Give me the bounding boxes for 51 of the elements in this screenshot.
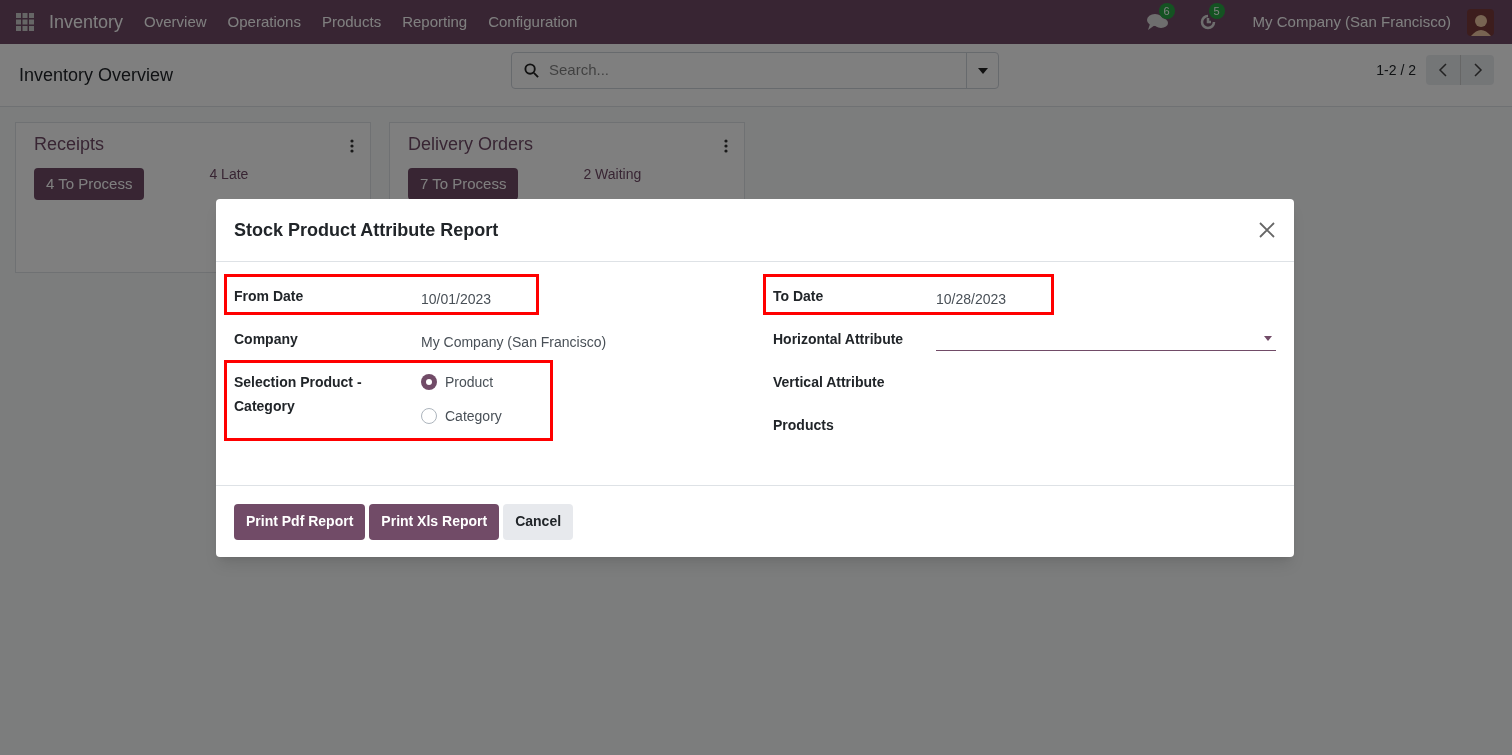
field-label: Selection Product - Category <box>234 373 363 416</box>
radio-option[interactable]: Category <box>421 404 502 428</box>
field-label: Company <box>234 330 299 349</box>
apps-icon[interactable] <box>16 13 34 31</box>
dialog-button[interactable]: Cancel <box>503 503 574 540</box>
next-button[interactable] <box>1460 55 1494 85</box>
search-input[interactable]: Search... <box>549 59 966 82</box>
menu-item[interactable]: Reporting <box>402 10 468 34</box>
company-switcher[interactable]: My Company (San Francisco) <box>1252 10 1451 34</box>
chevron-right-icon <box>1471 62 1484 78</box>
close-button[interactable] <box>1258 221 1276 239</box>
kebab-menu-icon[interactable] <box>724 139 728 153</box>
dialog-button[interactable]: Print Pdf Report <box>234 503 366 540</box>
app-name[interactable]: Inventory <box>49 8 124 36</box>
radio-button[interactable] <box>421 374 437 390</box>
field-label: To Date <box>773 287 825 306</box>
page-title: Inventory Overview <box>19 63 174 87</box>
caret-icon <box>1264 336 1272 341</box>
previous-button[interactable] <box>1426 55 1460 85</box>
field-value: 10/28/2023 <box>936 290 1007 309</box>
field-label: Products <box>773 416 835 435</box>
dialog-title: Stock Product Attribute Report <box>234 218 499 242</box>
field-label: From Date <box>234 287 305 306</box>
count-badge: 5 <box>1208 3 1225 19</box>
field-value: 10/01/2023 <box>421 290 492 309</box>
dialog-button[interactable]: Print Xls Report <box>369 503 500 540</box>
chevron-left-icon <box>1437 62 1449 78</box>
pager-value: 1-2 / 2 <box>1376 60 1416 80</box>
radio-button[interactable] <box>421 408 437 424</box>
menu-item[interactable]: Configuration <box>488 10 578 34</box>
status-link[interactable]: 4 Late <box>209 164 249 185</box>
caret-icon[interactable] <box>977 67 988 74</box>
clock-icon[interactable] <box>1198 13 1217 31</box>
count-badge: 6 <box>1158 3 1175 19</box>
status-link[interactable]: 2 Waiting <box>583 164 642 185</box>
chat-icon[interactable] <box>1146 13 1169 31</box>
radio-option[interactable]: Product <box>421 370 502 394</box>
field-value: My Company (San Francisco) <box>421 333 607 352</box>
avatar[interactable] <box>1467 8 1494 36</box>
card-title: Delivery Orders <box>408 133 535 156</box>
search-field[interactable]: Search... <box>511 52 999 89</box>
menu-item[interactable]: Overview <box>144 10 207 34</box>
kebab-menu-icon[interactable] <box>350 139 354 153</box>
menu-item[interactable]: Operations <box>227 10 301 34</box>
field-label: Horizontal Attribute <box>773 330 905 349</box>
card-title: Receipts <box>34 133 106 156</box>
field-label: Vertical Attribute <box>773 373 886 392</box>
process-button[interactable]: 4 To Process <box>34 168 145 200</box>
process-button[interactable]: 7 To Process <box>408 168 519 200</box>
menu-item[interactable]: Products <box>321 10 382 34</box>
search-icon <box>524 63 539 78</box>
